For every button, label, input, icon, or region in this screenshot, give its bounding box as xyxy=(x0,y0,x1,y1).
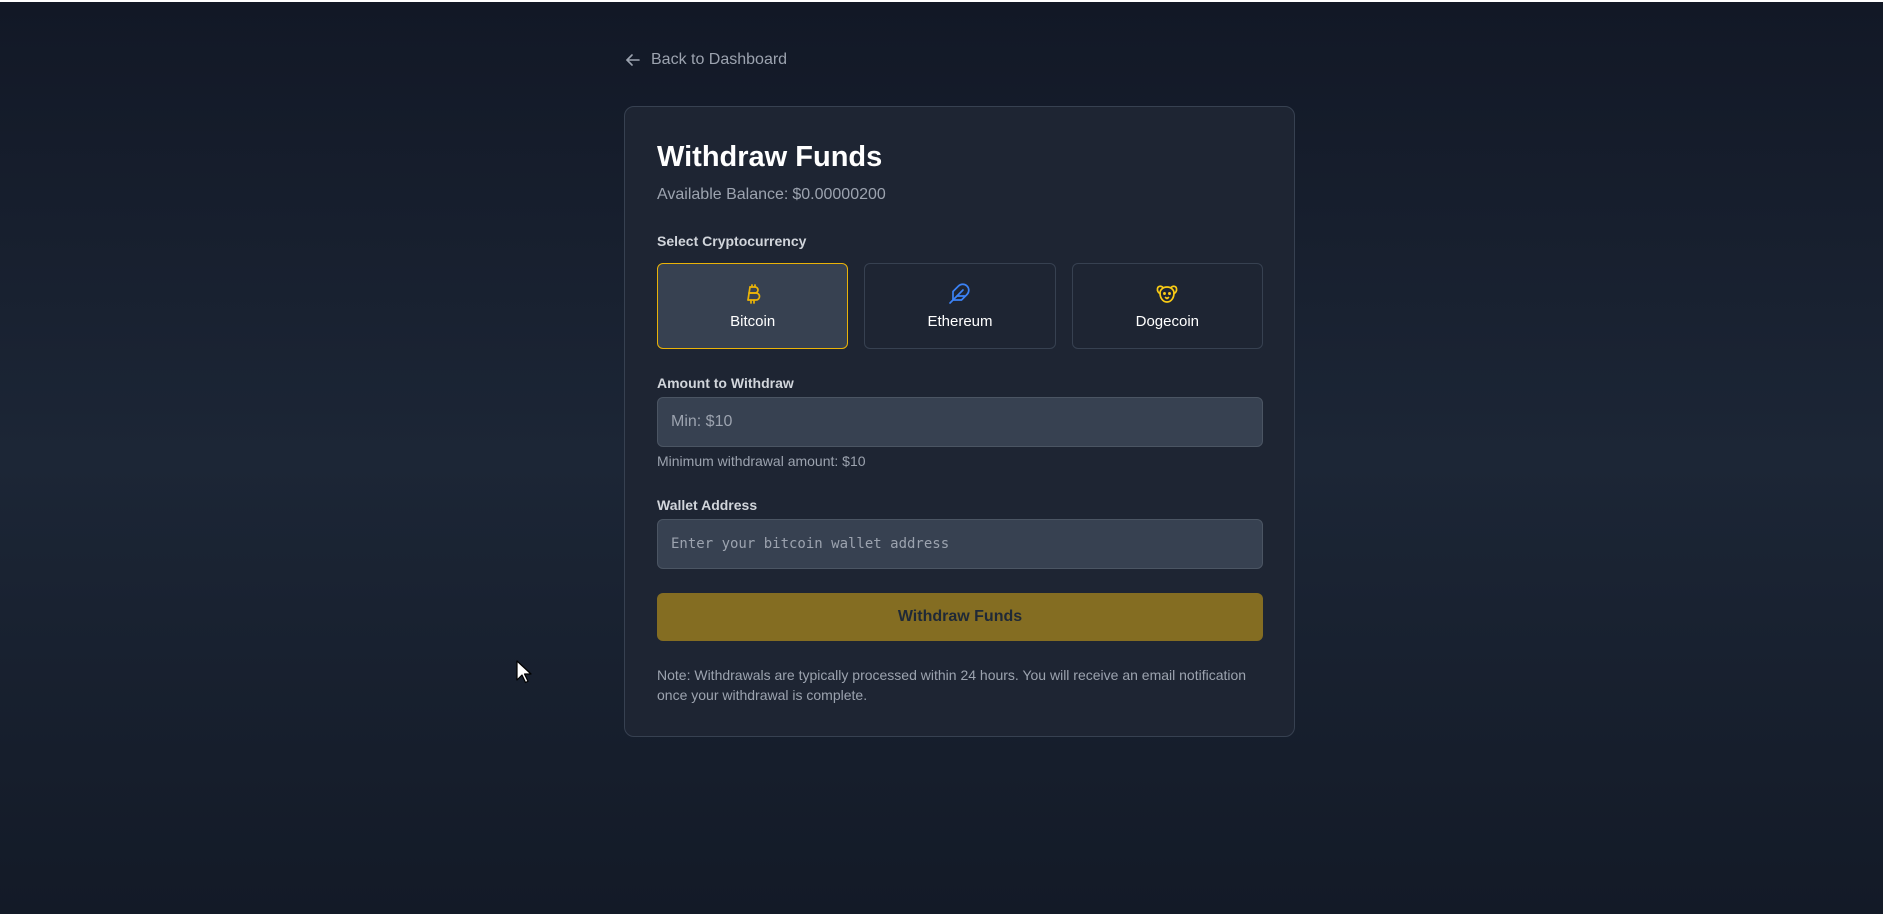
available-balance: Available Balance: $0.00000200 xyxy=(657,186,886,204)
back-link-label: Back to Dashboard xyxy=(651,51,788,68)
top-edge-line xyxy=(0,0,1883,2)
wallet-address-label: Wallet Address xyxy=(657,497,758,513)
crypto-name-bitcoin: Bitcoin xyxy=(730,312,776,330)
amount-label: Amount to Withdraw xyxy=(657,375,794,391)
balance-label: Available Balance: xyxy=(657,186,789,203)
crypto-option-dogecoin[interactable]: Dogecoin xyxy=(1071,263,1263,349)
feather-icon xyxy=(948,282,972,305)
page-title: Withdraw Funds xyxy=(657,141,883,173)
balance-value: $0.00000200 xyxy=(792,186,886,203)
crypto-name-dogecoin: Dogecoin xyxy=(1135,312,1200,330)
crypto-option-ethereum[interactable]: Ethereum xyxy=(864,263,1056,349)
min-withdrawal-hint: Minimum withdrawal amount: $10 xyxy=(657,453,866,469)
crypto-select-label: Select Cryptocurrency xyxy=(657,233,807,249)
wallet-address-input[interactable] xyxy=(657,519,1263,569)
back-to-dashboard-link[interactable]: Back to Dashboard xyxy=(625,51,787,69)
crypto-option-bitcoin[interactable]: Bitcoin xyxy=(657,263,849,349)
crypto-name-ethereum: Ethereum xyxy=(927,312,993,330)
withdraw-funds-button[interactable]: Withdraw Funds xyxy=(657,593,1263,641)
bitcoin-icon xyxy=(743,283,763,305)
mouse-cursor-icon xyxy=(516,660,532,689)
amount-input[interactable] xyxy=(657,397,1263,447)
crypto-options: Bitcoin Ethereum Dogecoin xyxy=(657,263,1263,349)
dog-icon xyxy=(1155,283,1179,305)
withdraw-card: Withdraw Funds Available Balance: $0.000… xyxy=(624,106,1295,737)
withdrawal-note: Note: Withdrawals are typically processe… xyxy=(657,667,1247,703)
arrow-left-icon xyxy=(625,52,641,68)
